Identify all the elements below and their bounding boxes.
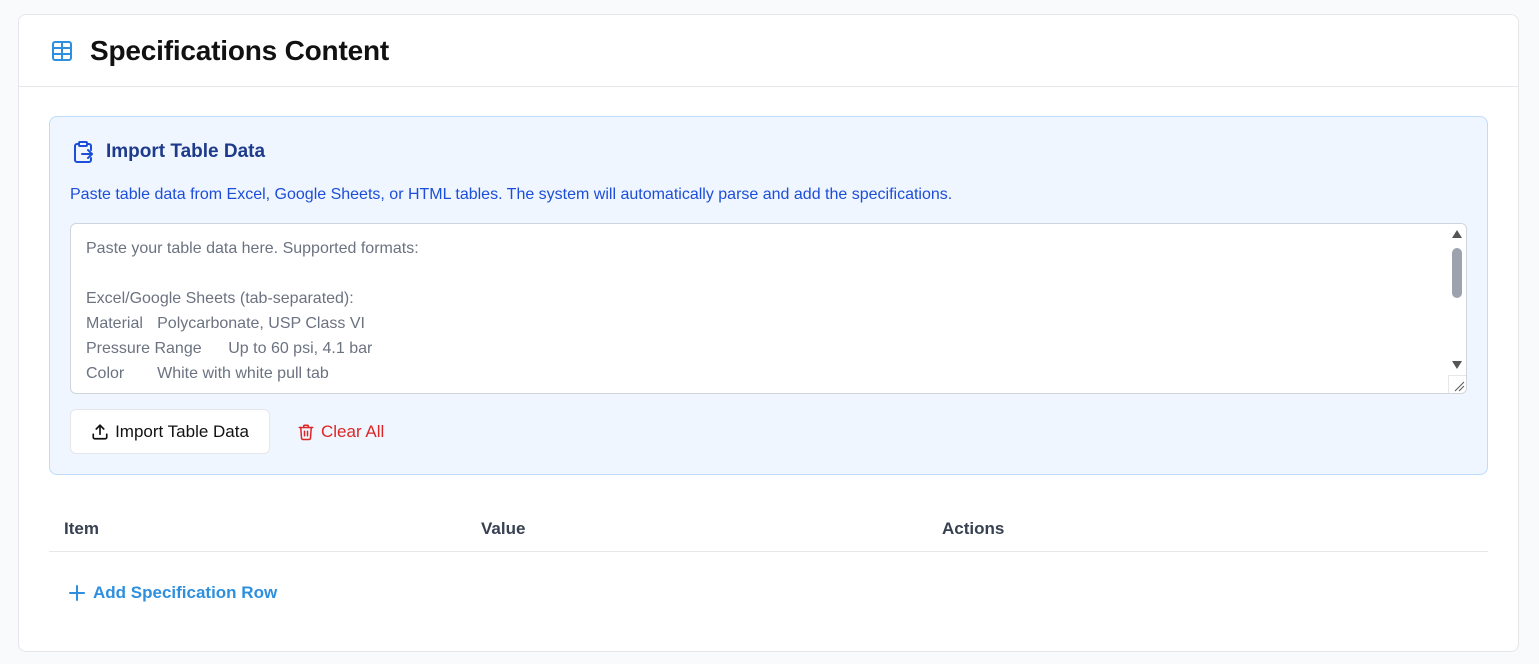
specifications-table-header: Item Value Actions <box>49 508 1488 552</box>
scroll-thumb[interactable] <box>1452 248 1462 298</box>
plus-icon <box>69 585 85 601</box>
clear-button-label: Clear All <box>321 421 385 441</box>
column-header-actions: Actions <box>942 519 1005 538</box>
clipboard-import-icon <box>71 140 95 164</box>
scroll-up-arrow-icon[interactable] <box>1452 230 1462 238</box>
specifications-card: Specifications Content Import Table Data… <box>18 14 1519 652</box>
textarea-scrollbar[interactable] <box>1448 224 1466 393</box>
paste-area <box>70 223 1467 394</box>
add-row-label: Add Specification Row <box>93 583 278 602</box>
scroll-down-arrow-icon[interactable] <box>1452 361 1462 369</box>
page-title: Specifications Content <box>90 34 389 66</box>
import-header: Import Table Data <box>71 140 265 164</box>
import-panel: Import Table Data Paste table data from … <box>49 116 1488 475</box>
column-header-value: Value <box>481 519 526 538</box>
resize-handle-icon[interactable] <box>1448 375 1466 393</box>
import-title: Import Table Data <box>106 141 266 162</box>
table-icon <box>50 39 74 63</box>
paste-table-textarea[interactable] <box>71 224 1449 393</box>
import-table-data-button[interactable]: Import Table Data <box>70 409 270 454</box>
import-button-label: Import Table Data <box>115 421 249 441</box>
clear-all-button[interactable]: Clear All <box>287 409 394 454</box>
card-header: Specifications Content <box>19 15 1518 87</box>
column-header-item: Item <box>64 519 99 538</box>
add-specification-row-button[interactable]: Add Specification Row <box>69 583 277 603</box>
import-description: Paste table data from Excel, Google Shee… <box>70 186 953 203</box>
trash-icon <box>297 423 315 441</box>
upload-icon <box>91 423 109 441</box>
